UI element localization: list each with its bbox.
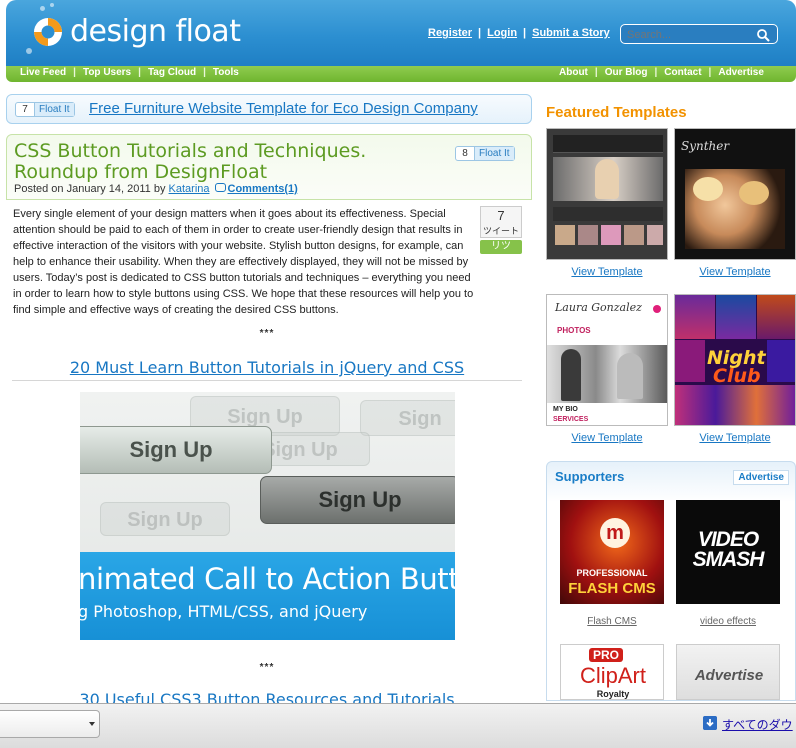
tweet-label: ツイート <box>482 226 519 236</box>
nav-left: Live Feed | Top Users | Tag Cloud | Tools <box>20 67 239 78</box>
nav-tools[interactable]: Tools <box>213 67 239 78</box>
ghost-button: Sign <box>360 400 455 436</box>
ad-text: SMASH <box>692 548 765 571</box>
nav-advertise[interactable]: Advertise <box>718 67 764 78</box>
ad-text: Royalty <box>596 689 630 699</box>
browser-download-bar: すべてのダウ <box>0 703 796 748</box>
banner-subtitle: g Photoshop, HTML/CSS, and jQuery <box>80 602 368 621</box>
flash-cms-link[interactable]: Flash CMS <box>560 616 664 627</box>
float-it-label: Float It <box>34 103 74 116</box>
article-feature-image: Sign Up Sign Sign Up Sign Up Sign Up Sig… <box>80 392 455 640</box>
lifebuoy-logo-icon[interactable] <box>32 16 64 48</box>
posted-on-text: Posted on January 14, 2011 by <box>14 183 166 195</box>
ad-text: FLASH CMS <box>568 580 656 597</box>
comments-link[interactable]: Comments(1) <box>228 183 298 195</box>
nav-contact[interactable]: Contact <box>664 67 701 78</box>
comment-bubble-icon <box>214 183 226 192</box>
article-float-count: 8 <box>462 148 468 159</box>
site-header: design float Register | Login | Submit a Sto… <box>6 0 796 66</box>
view-template-link[interactable]: View Template <box>546 432 668 444</box>
section-separator: *** <box>259 328 275 339</box>
bubble-decoration <box>40 6 45 11</box>
nav-top-users[interactable]: Top Users <box>83 67 131 78</box>
article-float-it-label: Float It <box>474 147 514 160</box>
advertise-here-ad[interactable]: Advertise <box>676 644 780 700</box>
supporters-heading: Supporters <box>555 469 625 484</box>
ad-text: VIDEO <box>697 528 759 551</box>
ad-text: ClipArt <box>579 663 646 688</box>
pro-clipart-ad[interactable]: PRO ClipArt Royalty <box>560 644 664 700</box>
article-title[interactable]: CSS Button Tutorials and Techniques. Rou… <box>14 141 434 183</box>
article-header: CSS Button Tutorials and Techniques. Rou… <box>6 134 532 200</box>
supporters-box: Supporters Advertise m PROFESSIONAL FLAS… <box>546 461 796 701</box>
view-template-link[interactable]: View Template <box>674 266 796 278</box>
sign-up-button-sample: Sign Up <box>260 476 455 524</box>
ghost-button: Sign Up <box>100 502 230 536</box>
register-link[interactable]: Register <box>428 27 472 39</box>
featured-story-bar: 7 Float It Free Furniture Website Templat… <box>6 94 532 124</box>
video-effects-link[interactable]: video effects <box>676 616 780 627</box>
view-template-link[interactable]: View Template <box>546 266 668 278</box>
nav-tag-cloud[interactable]: Tag Cloud <box>148 67 196 78</box>
article-body: Every single element of your design matt… <box>13 208 474 316</box>
author-link[interactable]: Katarina <box>169 183 210 195</box>
all-downloads-link[interactable]: すべてのダウ <box>722 716 793 733</box>
header-links: Register | Login | Submit a Story <box>428 27 610 39</box>
ad-text: PRO <box>589 648 624 662</box>
section-separator: *** <box>259 662 275 673</box>
flash-cms-ad[interactable]: m PROFESSIONAL FLASH CMS <box>560 500 664 604</box>
float-count: 7 <box>22 104 28 115</box>
nav-our-blog[interactable]: Our Blog <box>605 67 648 78</box>
float-it-button[interactable]: 7 Float It <box>15 102 75 117</box>
feature-banner: nimated Call to Action Butto g Photoshop… <box>80 552 455 640</box>
link-separator: | <box>478 27 482 39</box>
nav-live-feed[interactable]: Live Feed <box>20 67 66 78</box>
tweet-count: 7 <box>497 208 505 223</box>
article-meta: Posted on January 14, 2011 by Katarina Co… <box>14 183 298 195</box>
template-section: PHOTOS <box>557 326 591 335</box>
article-float-it-button[interactable]: 8 Float It <box>455 146 515 161</box>
tweet-count-box: 7 ツイート <box>480 206 522 238</box>
site-logo-text[interactable]: design float <box>70 14 241 49</box>
download-item[interactable] <box>0 710 100 738</box>
divider <box>12 380 522 381</box>
template-section: SERVICES <box>553 416 589 423</box>
template-thumbnail[interactable]: Synther <box>674 128 796 260</box>
main-nav: Live Feed | Top Users | Tag Cloud | Tools Abou… <box>6 66 796 82</box>
ad-text: PROFESSIONAL <box>576 568 648 578</box>
template-thumbnail[interactable]: Night Club <box>674 294 796 426</box>
advertise-button[interactable]: Advertise <box>733 470 789 485</box>
submit-story-link[interactable]: Submit a Story <box>532 27 610 39</box>
tweet-widget: 7 ツイート リツ <box>480 206 522 254</box>
bubble-decoration <box>50 3 54 7</box>
chevron-down-icon[interactable] <box>89 722 95 726</box>
template-thumbnail[interactable] <box>546 128 668 260</box>
login-link[interactable]: Login <box>487 27 517 39</box>
link-separator: | <box>523 27 527 39</box>
template-thumbnail[interactable]: Laura Gonzalez PHOTOS MY BIO SERVICES <box>546 294 668 426</box>
search-icon[interactable] <box>756 28 770 42</box>
template-brand: Synther <box>681 139 730 153</box>
template-brand: Laura Gonzalez <box>555 301 642 314</box>
nav-right: About | Our Blog | Contact | Advertise <box>559 67 764 78</box>
retweet-button[interactable]: リツ <box>480 240 522 254</box>
download-icon <box>703 716 717 730</box>
sign-up-button-sample: Sign Up <box>80 426 272 474</box>
banner-title: nimated Call to Action Butto <box>80 562 455 596</box>
search-input[interactable] <box>627 27 753 42</box>
featured-story-link[interactable]: Free Furniture Website Template for Eco … <box>89 100 478 117</box>
template-sign: Club <box>713 365 761 387</box>
section-link-button-tutorials[interactable]: 20 Must Learn Button Tutorials in jQuery… <box>12 358 522 377</box>
view-template-link[interactable]: View Template <box>674 432 796 444</box>
search-box <box>620 24 778 44</box>
ad-text: Advertise <box>694 667 764 684</box>
nav-about[interactable]: About <box>559 67 588 78</box>
video-smash-ad[interactable]: VIDEO SMASH <box>676 500 780 604</box>
featured-templates-heading: Featured Templates <box>546 104 687 121</box>
bubble-decoration <box>26 48 32 54</box>
template-section: MY BIO <box>553 406 578 413</box>
